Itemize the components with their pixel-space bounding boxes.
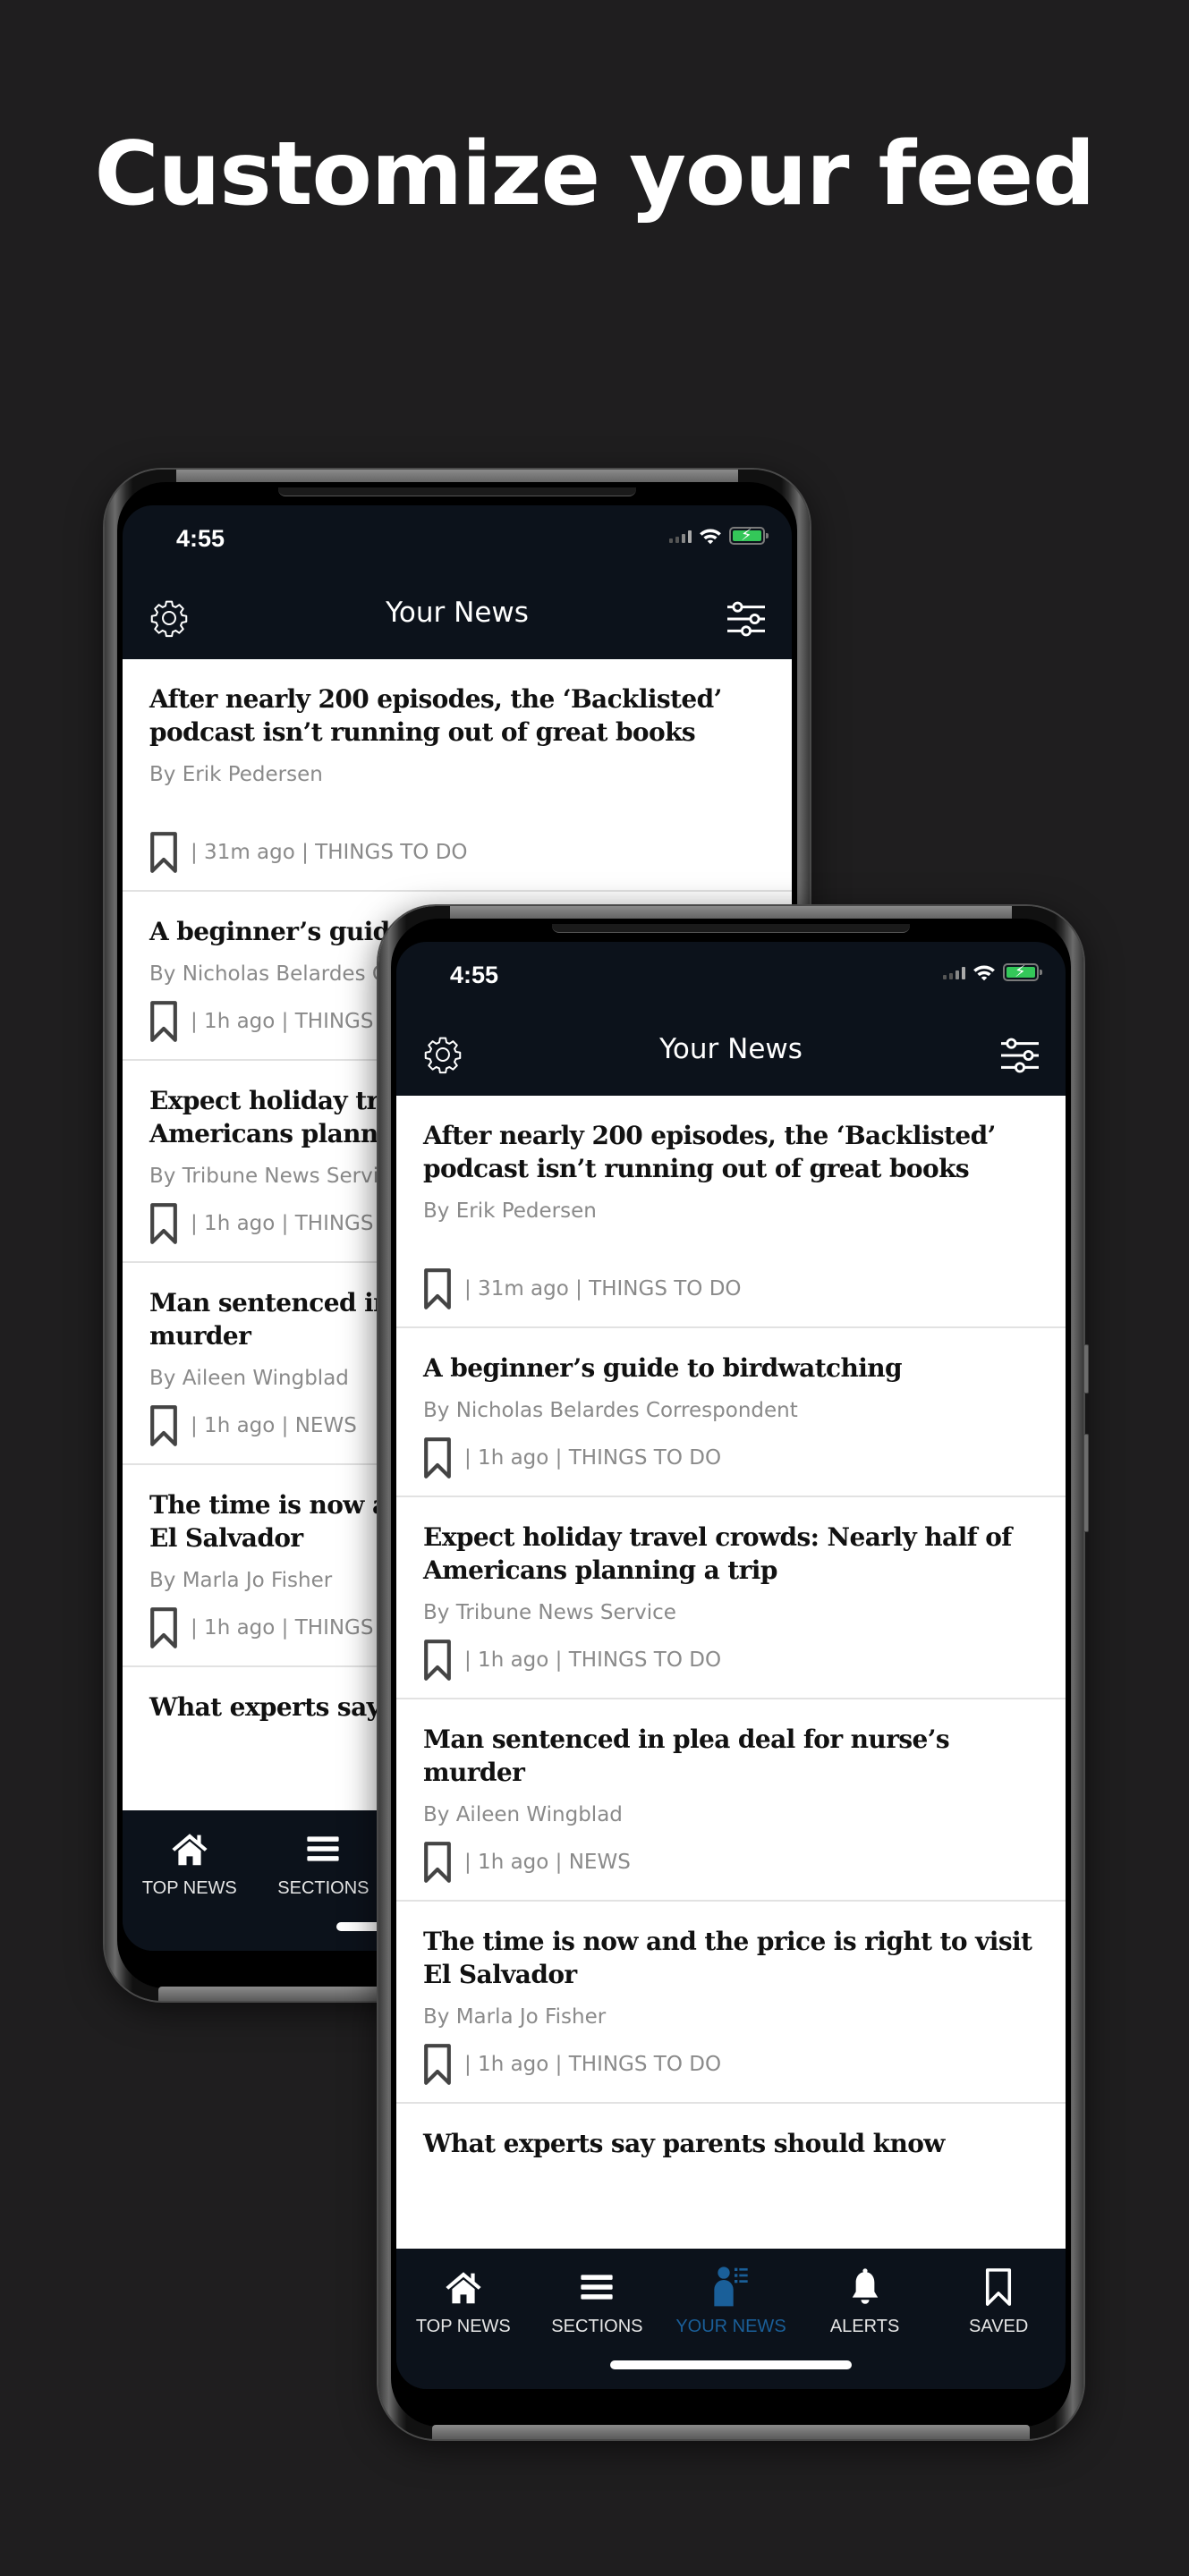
article-byline: By Aileen Wingblad <box>423 1803 623 1826</box>
article-item[interactable]: A beginner’s guide to birdwatching By Ni… <box>396 1328 1066 1497</box>
article-headline[interactable]: After nearly 200 episodes, the ‘Backlist… <box>149 682 765 749</box>
article-item[interactable]: What experts say parents should know <box>396 2104 1066 2160</box>
phone-speaker <box>278 487 636 496</box>
person-list-icon <box>713 2266 749 2309</box>
article-headline[interactable]: After nearly 200 episodes, the ‘Backlist… <box>423 1119 1039 1185</box>
tab-sections[interactable]: SECTIONS <box>257 1810 391 1909</box>
tab-sections[interactable]: SECTIONS <box>531 2249 665 2347</box>
home-icon <box>445 2269 482 2305</box>
article-meta: | 31m ago | THINGS TO DO <box>191 841 468 864</box>
phone-screen: 4:55 ⚡ Your News After nearly 200 episod… <box>396 942 1066 2389</box>
promo-headline: Customize your feed <box>94 123 1096 225</box>
article-meta: | 1h ago | NEWS <box>464 1851 631 1874</box>
home-icon <box>171 1831 208 1867</box>
tab-top-news[interactable]: TOP NEWS <box>396 2249 531 2347</box>
cellular-signal-icon <box>943 965 965 979</box>
article-meta: | 1h ago | THINGS TO DO <box>464 1648 722 1672</box>
bookmark-icon[interactable] <box>149 1404 178 1447</box>
article-item[interactable]: After nearly 200 episodes, the ‘Backlist… <box>123 659 792 892</box>
page-title: Your News <box>386 597 529 629</box>
app-header: Your News <box>396 1010 1066 1096</box>
phone-mockup-front: 4:55 ⚡ Your News After nearly 200 episod… <box>378 906 1089 2439</box>
filter-sliders-icon[interactable] <box>726 600 767 638</box>
battery-charging-icon: ⚡ <box>729 526 769 545</box>
article-byline: By Erik Pedersen <box>149 763 323 786</box>
bookmark-icon <box>985 2267 1012 2307</box>
battery-charging-icon: ⚡ <box>1003 962 1042 981</box>
cellular-signal-icon <box>669 529 692 543</box>
article-byline: By Marla Jo Fisher <box>423 2005 607 2029</box>
tab-label: SECTIONS <box>551 2317 643 2336</box>
article-meta: | 1h ago | THINGS TO DO <box>464 1446 722 1470</box>
article-headline[interactable]: A beginner’s guide to birdwatching <box>423 1352 1039 1385</box>
tab-saved[interactable]: SAVED <box>931 2249 1066 2347</box>
article-meta: | 1h ago | NEWS <box>191 1414 357 1437</box>
article-headline[interactable]: The time is now and the price is right t… <box>423 1925 1039 1991</box>
article-headline[interactable]: What experts say parents should know <box>423 2127 1039 2160</box>
bookmark-icon[interactable] <box>149 1000 178 1043</box>
bell-icon <box>850 2267 880 2307</box>
wifi-icon <box>972 963 996 981</box>
tab-label: ALERTS <box>829 2317 900 2336</box>
status-bar: 4:55 ⚡ <box>123 505 792 573</box>
tab-label: YOUR NEWS <box>675 2317 786 2336</box>
page-title: Your News <box>659 1033 803 1065</box>
bookmark-icon[interactable] <box>423 1841 452 1884</box>
article-item[interactable]: Expect holiday travel crowds: Nearly hal… <box>396 1497 1066 1699</box>
status-bar: 4:55 ⚡ <box>396 942 1066 1010</box>
bookmark-icon[interactable] <box>423 2043 452 2086</box>
bookmark-icon[interactable] <box>149 1606 178 1649</box>
tab-your-news[interactable]: YOUR NEWS <box>664 2249 798 2347</box>
bottom-nav: TOP NEWS SECTIONS YOUR NEWS ALERTS SAVED <box>396 2249 1066 2389</box>
article-byline: By Nicholas Belardes Correspondent <box>423 1399 798 1422</box>
bookmark-icon[interactable] <box>149 831 178 874</box>
article-byline: By Tribune News Service <box>423 1601 676 1624</box>
bookmark-icon[interactable] <box>423 1639 452 1682</box>
article-item[interactable]: The time is now and the price is right t… <box>396 1902 1066 2104</box>
bookmark-icon[interactable] <box>149 1202 178 1245</box>
bookmark-icon[interactable] <box>423 1267 452 1310</box>
tab-label: SECTIONS <box>277 1878 369 1898</box>
volume-up-button <box>1083 1344 1089 1394</box>
article-item[interactable]: After nearly 200 episodes, the ‘Backlist… <box>396 1096 1066 1328</box>
status-time: 4:55 <box>450 962 499 988</box>
article-meta: | 31m ago | THINGS TO DO <box>464 1277 742 1301</box>
menu-lines-icon <box>306 1834 340 1864</box>
article-item[interactable]: Man sentenced in plea deal for nurse’s m… <box>396 1699 1066 1902</box>
status-time: 4:55 <box>176 525 225 552</box>
tab-top-news[interactable]: TOP NEWS <box>123 1810 257 1909</box>
phone-speaker <box>552 924 910 933</box>
tab-label: TOP NEWS <box>415 2317 511 2336</box>
phone-bottom-edge <box>432 2425 1030 2439</box>
article-meta: | 1h ago | THINGS TO DO <box>464 2053 722 2076</box>
article-list: After nearly 200 episodes, the ‘Backlist… <box>396 1096 1066 2249</box>
tab-alerts[interactable]: ALERTS <box>798 2249 932 2347</box>
article-headline[interactable]: Expect holiday travel crowds: Nearly hal… <box>423 1521 1039 1587</box>
volume-down-button <box>1083 1434 1089 1532</box>
filter-sliders-icon[interactable] <box>999 1037 1040 1074</box>
app-header: Your News <box>123 573 792 659</box>
article-byline: By Erik Pedersen <box>423 1199 597 1223</box>
article-headline[interactable]: Man sentenced in plea deal for nurse’s m… <box>423 1723 1039 1789</box>
home-indicator[interactable] <box>610 2360 852 2369</box>
tab-label: SAVED <box>969 2317 1029 2336</box>
wifi-icon <box>699 527 722 545</box>
tab-label: TOP NEWS <box>141 1878 237 1898</box>
bookmark-icon[interactable] <box>423 1436 452 1479</box>
menu-lines-icon <box>580 2272 614 2302</box>
